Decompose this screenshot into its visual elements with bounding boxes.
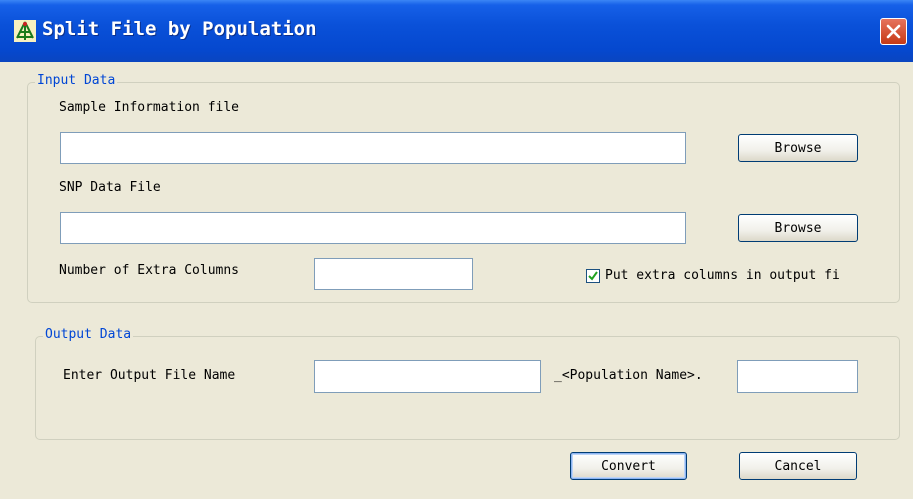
input-data-legend: Input Data — [35, 73, 118, 88]
put-extra-columns-checkbox[interactable] — [586, 269, 600, 283]
close-icon — [886, 24, 901, 39]
browse-snp-button[interactable]: Browse — [738, 214, 858, 242]
output-file-name-input[interactable] — [314, 360, 541, 393]
close-button[interactable] — [880, 18, 907, 45]
put-extra-columns-label[interactable]: Put extra columns in output fi — [605, 268, 840, 283]
extra-columns-input[interactable] — [314, 258, 473, 290]
output-data-legend: Output Data — [43, 327, 134, 342]
sample-info-input[interactable] — [60, 132, 686, 164]
output-file-name-label: Enter Output File Name — [63, 368, 236, 383]
population-suffix-text: _<Population Name>. — [554, 368, 703, 383]
browse-sample-button[interactable]: Browse — [738, 134, 858, 162]
checkmark-icon — [588, 271, 598, 281]
snp-data-input[interactable] — [60, 212, 686, 244]
snp-data-label: SNP Data File — [59, 180, 161, 195]
extra-columns-label: Number of Extra Columns — [59, 263, 240, 278]
file-extension-input[interactable] — [737, 360, 858, 393]
sample-info-label: Sample Information file — [59, 100, 240, 115]
convert-button[interactable]: Convert — [570, 452, 687, 480]
population-tree-icon — [14, 20, 36, 42]
title-bar[interactable]: Split File by Population — [0, 0, 913, 62]
cancel-button[interactable]: Cancel — [739, 452, 857, 480]
window-title: Split File by Population — [42, 18, 317, 40]
